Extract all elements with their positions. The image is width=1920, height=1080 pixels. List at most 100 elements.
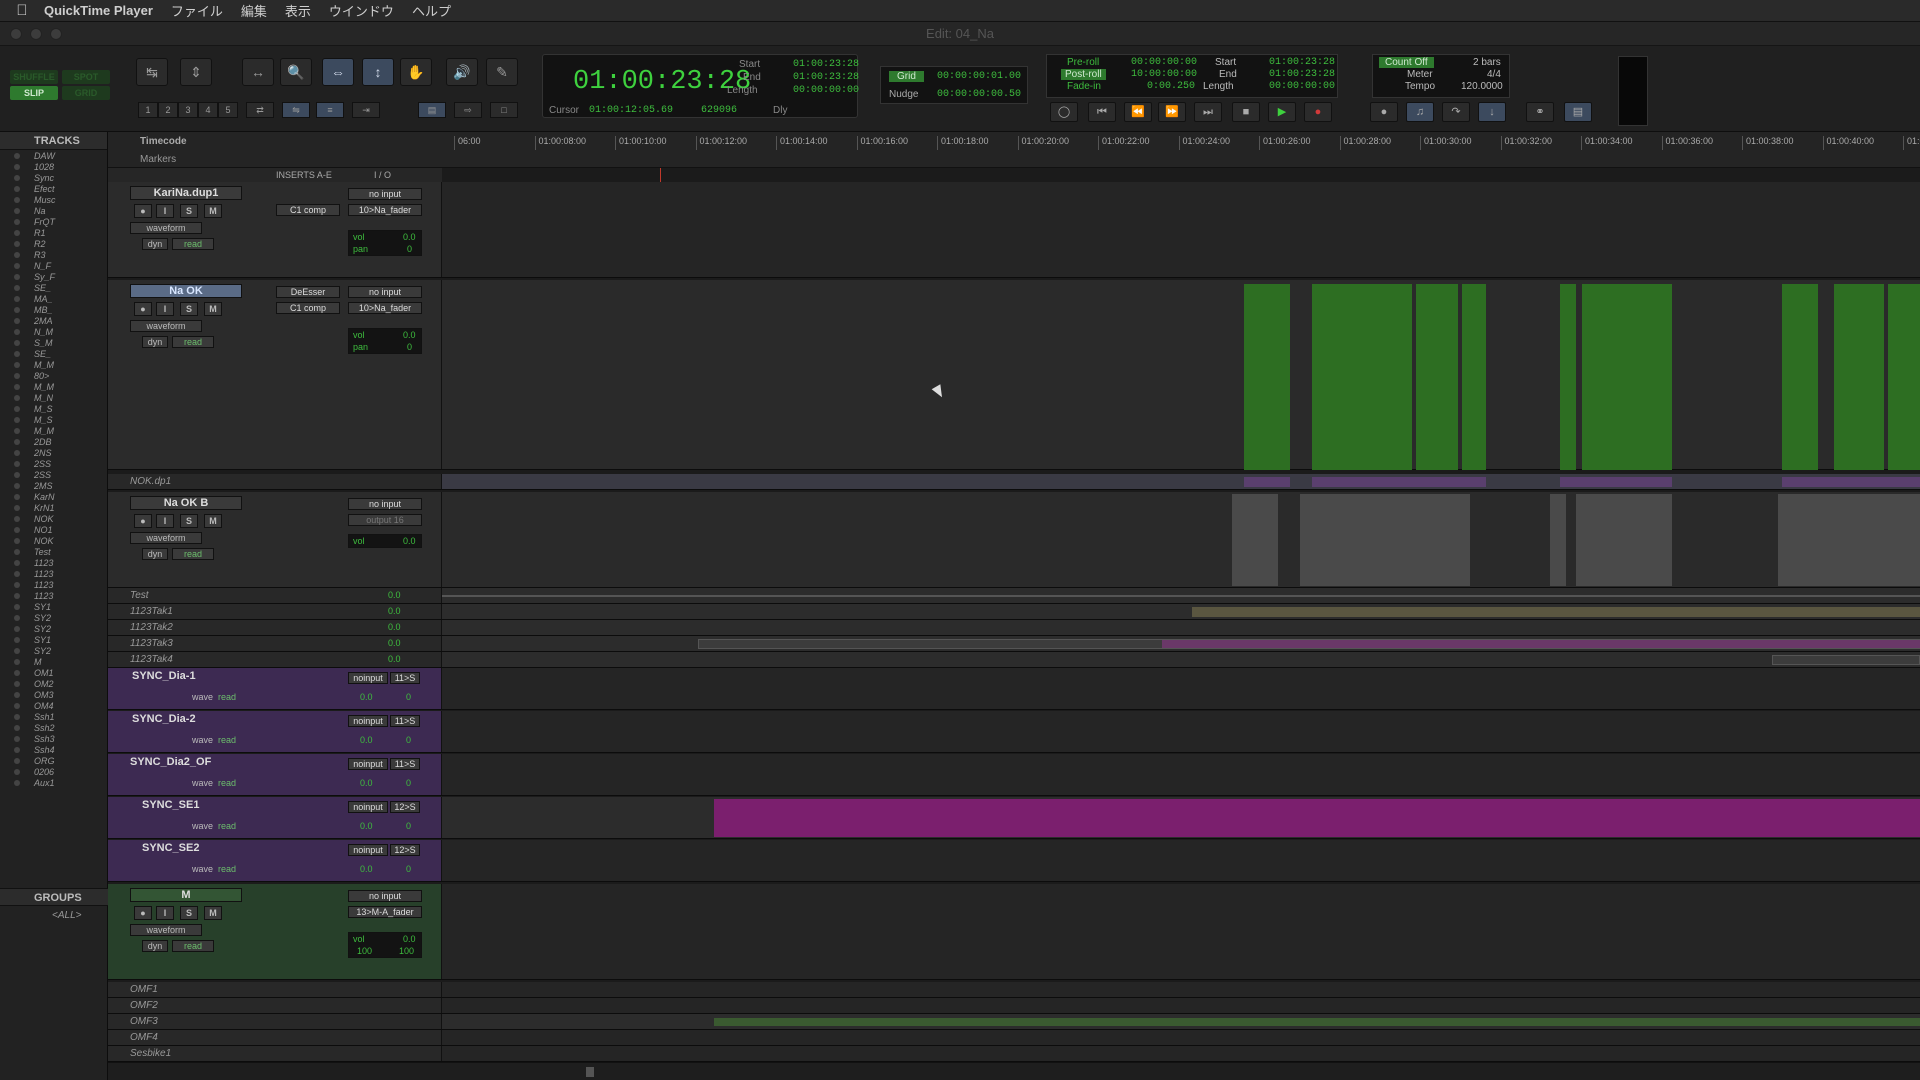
visibility-dot-icon[interactable]: [14, 746, 20, 753]
track-lane[interactable]: [442, 1046, 1920, 1061]
track-name[interactable]: Sesbike1: [130, 1048, 171, 1059]
audio-clip[interactable]: [1192, 607, 1920, 617]
visibility-dot-icon[interactable]: [14, 691, 20, 698]
audio-clip[interactable]: [1560, 477, 1672, 487]
output-selector[interactable]: 10>Na_fader: [348, 204, 422, 216]
menu-help[interactable]: ヘルプ: [412, 1, 451, 20]
grabber-tool-icon[interactable]: ✋: [400, 58, 432, 86]
track-list-item[interactable]: N_F: [0, 260, 107, 271]
sel-start-value[interactable]: 01:00:23:28: [793, 59, 859, 70]
track-list-item[interactable]: NO1: [0, 524, 107, 535]
track-name[interactable]: KariNa.dup1: [130, 186, 242, 200]
track-lane[interactable]: [442, 474, 1920, 489]
visibility-dot-icon[interactable]: [14, 152, 20, 159]
visibility-dot-icon[interactable]: [14, 328, 20, 335]
audio-clip[interactable]: [1782, 477, 1920, 487]
track-list-item[interactable]: OM2: [0, 678, 107, 689]
spot-mode-button[interactable]: SPOT: [62, 70, 110, 84]
tr-start-value[interactable]: 01:00:23:28: [1269, 57, 1335, 68]
visibility-dot-icon[interactable]: [14, 526, 20, 533]
meter-value[interactable]: 4/4: [1487, 69, 1501, 80]
vol-value[interactable]: 0.0: [403, 536, 416, 546]
preroll-label[interactable]: Pre-roll: [1067, 57, 1099, 68]
input-selector[interactable]: noinput: [348, 844, 388, 856]
tab-to-transient-icon[interactable]: ⇄: [246, 102, 274, 118]
tr-end-value[interactable]: 01:00:23:28: [1269, 69, 1335, 80]
track-name[interactable]: 1123Tak2: [130, 622, 173, 633]
output-selector[interactable]: 11>S: [390, 715, 420, 727]
solo-button[interactable]: S: [180, 906, 198, 920]
track-list-item[interactable]: SE_: [0, 348, 107, 359]
insert-slot-2[interactable]: C1 comp: [276, 302, 340, 314]
tr-length-value[interactable]: 00:00:00:00: [1269, 81, 1335, 92]
track-list-item[interactable]: N_M: [0, 326, 107, 337]
track-list-item[interactable]: 1123: [0, 557, 107, 568]
track-lane[interactable]: [442, 652, 1920, 667]
track-list-item[interactable]: R3: [0, 249, 107, 260]
mute-button[interactable]: M: [204, 302, 222, 316]
group-all[interactable]: <ALL>: [52, 910, 81, 921]
vol-value[interactable]: 0.0: [388, 654, 401, 664]
pan-value[interactable]: 0: [406, 692, 411, 702]
view-selector[interactable]: waveform: [130, 222, 202, 234]
vol-value[interactable]: 0.0: [403, 934, 416, 944]
track-list-item[interactable]: 2MS: [0, 480, 107, 491]
solo-button[interactable]: S: [180, 302, 198, 316]
mirror-midi-icon[interactable]: ▤: [418, 102, 446, 118]
preroll-value[interactable]: 00:00:00:00: [1131, 57, 1197, 68]
horizontal-scrollbar[interactable]: [108, 1062, 1920, 1080]
track-lane[interactable]: [442, 668, 1920, 709]
view-selector[interactable]: waveform: [130, 924, 202, 936]
visibility-dot-icon[interactable]: [14, 339, 20, 346]
track-list-item[interactable]: 2NS: [0, 447, 107, 458]
audio-clip[interactable]: [1576, 494, 1672, 586]
audio-clip[interactable]: [1834, 284, 1884, 470]
track-list-item[interactable]: FrQT: [0, 216, 107, 227]
visibility-dot-icon[interactable]: [14, 174, 20, 181]
pan-value[interactable]: 0: [406, 735, 411, 745]
audio-clip[interactable]: [1550, 494, 1566, 586]
view-selector[interactable]: wave: [192, 864, 213, 874]
pan-value[interactable]: 0: [407, 244, 412, 254]
vol-value[interactable]: 0.0: [388, 622, 401, 632]
rewind-icon[interactable]: ⏪: [1124, 102, 1152, 122]
track-list-item[interactable]: Ssh3: [0, 733, 107, 744]
sel-length-value[interactable]: 00:00:00:00: [793, 85, 859, 96]
insert-slot-1[interactable]: DeEsser: [276, 286, 340, 298]
visibility-dot-icon[interactable]: [14, 427, 20, 434]
track-list-item[interactable]: Sync: [0, 172, 107, 183]
audio-clip[interactable]: [1162, 640, 1920, 648]
automation-mode[interactable]: read: [172, 336, 214, 348]
visibility-dot-icon[interactable]: [14, 317, 20, 324]
online-icon[interactable]: ◯: [1050, 102, 1078, 122]
scrubber-tool-icon[interactable]: 🔊: [446, 58, 478, 86]
visibility-dot-icon[interactable]: [14, 592, 20, 599]
track-list-item[interactable]: 80>: [0, 370, 107, 381]
zoom-preset-4[interactable]: 4: [198, 102, 218, 118]
pan-right-value[interactable]: 100: [399, 946, 414, 956]
timecode-ruler-label[interactable]: Timecode: [140, 136, 187, 147]
input-selector[interactable]: noinput: [348, 715, 388, 727]
visibility-dot-icon[interactable]: [14, 647, 20, 654]
visibility-dot-icon[interactable]: [14, 185, 20, 192]
view-selector[interactable]: waveform: [130, 320, 202, 332]
visibility-dot-icon[interactable]: [14, 735, 20, 742]
visibility-dot-icon[interactable]: [14, 482, 20, 489]
shuffle-mode-button[interactable]: SHUFFLE: [10, 70, 58, 84]
track-lane[interactable]: [442, 1030, 1920, 1045]
postroll-label[interactable]: Post-roll: [1061, 69, 1106, 80]
track-name[interactable]: Test: [130, 590, 149, 601]
grid-mode-button[interactable]: GRID: [62, 86, 110, 100]
track-list-item[interactable]: 1028: [0, 161, 107, 172]
track-lane[interactable]: [442, 182, 1920, 277]
view-selector[interactable]: wave: [192, 692, 213, 702]
audio-clip[interactable]: [1782, 284, 1818, 470]
vol-pan-box[interactable]: vol 0.0 pan 0: [348, 230, 422, 256]
vol-value[interactable]: 0.0: [360, 778, 373, 788]
visibility-dot-icon[interactable]: [14, 372, 20, 379]
visibility-dot-icon[interactable]: [14, 449, 20, 456]
track-list-item[interactable]: Test: [0, 546, 107, 557]
track-list-item[interactable]: R1: [0, 227, 107, 238]
menu-window[interactable]: ウインドウ: [329, 1, 394, 20]
track-list-item[interactable]: M_N: [0, 392, 107, 403]
